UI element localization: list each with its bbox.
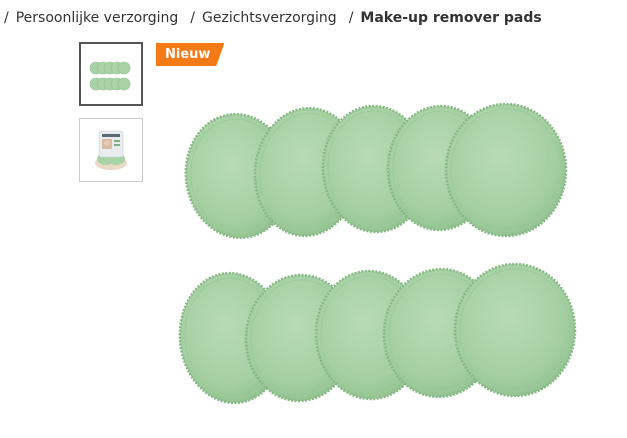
breadcrumb-separator: / [190,10,196,26]
thumbnail-package[interactable] [79,118,143,182]
breadcrumb-item-personal-care: / Persoonlijke verzorging [4,10,190,26]
breadcrumb-link-personal-care[interactable]: Persoonlijke verzorging [16,10,179,26]
package-thumbnail-image [95,130,127,170]
thumbnail-pads[interactable] [79,42,143,106]
breadcrumb-item-current: / Make-up remover pads [349,10,542,26]
breadcrumb-current-page: Make-up remover pads [360,10,542,26]
breadcrumb-link-facial-care[interactable]: Gezichtsverzorging [202,10,337,26]
breadcrumb-item-facial-care: / Gezichtsverzorging [190,10,348,26]
new-badge: Nieuw [156,43,225,66]
makeup-pad [444,102,568,238]
product-image-pads [178,102,577,405]
breadcrumb-separator: / [348,10,354,26]
breadcrumb: / Persoonlijke verzorging / Gezichtsverz… [4,8,542,28]
makeup-pad [453,262,577,398]
breadcrumb-separator: / [4,10,9,26]
product-image[interactable] [170,80,610,420]
thumbnail-list [79,42,143,194]
pads-thumbnail-image [89,61,131,91]
